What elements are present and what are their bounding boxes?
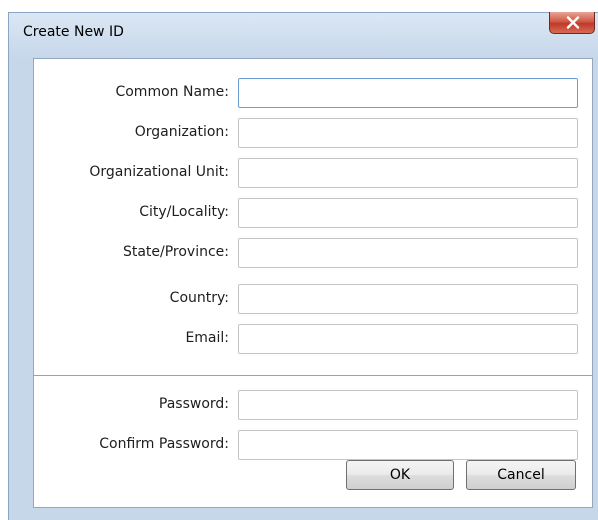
field-row-confirm-password: Confirm Password:	[34, 430, 592, 460]
dialog-title: Create New ID	[23, 24, 124, 40]
confirm-password-label: Confirm Password:	[99, 436, 229, 452]
organization-label: Organization:	[134, 124, 229, 140]
field-row-email: Email:	[34, 324, 592, 354]
state-province-input[interactable]	[238, 238, 578, 268]
cancel-button[interactable]: Cancel	[466, 460, 576, 490]
field-row-organization: Organization:	[34, 118, 592, 148]
password-label: Password:	[158, 396, 229, 412]
field-row-state-province: State/Province:	[34, 238, 592, 268]
form-panel: Common Name: Organization: Organizationa…	[33, 58, 593, 508]
ok-button[interactable]: OK	[346, 460, 454, 490]
country-input[interactable]	[238, 284, 578, 314]
state-province-label: State/Province:	[122, 244, 229, 260]
email-label: Email:	[185, 330, 229, 346]
password-input[interactable]	[238, 390, 578, 420]
common-name-label: Common Name:	[115, 84, 229, 100]
organizational-unit-label: Organizational Unit:	[89, 164, 229, 180]
city-locality-input[interactable]	[238, 198, 578, 228]
confirm-password-input[interactable]	[238, 430, 578, 460]
field-row-password: Password:	[34, 390, 592, 420]
field-row-organizational-unit: Organizational Unit:	[34, 158, 592, 188]
close-button[interactable]	[549, 12, 595, 34]
close-x-icon	[566, 16, 580, 29]
field-row-common-name: Common Name:	[34, 78, 592, 108]
title-bar[interactable]: Create New ID	[9, 12, 598, 53]
create-new-id-dialog: Create New ID Common Name: Organization:…	[8, 12, 598, 520]
field-row-country: Country:	[34, 284, 592, 314]
country-label: Country:	[169, 290, 229, 306]
field-row-city-locality: City/Locality:	[34, 198, 592, 228]
organizational-unit-input[interactable]	[238, 158, 578, 188]
email-input[interactable]	[238, 324, 578, 354]
city-locality-label: City/Locality:	[139, 204, 229, 220]
form-separator	[34, 375, 592, 376]
common-name-input[interactable]	[238, 78, 578, 108]
organization-input[interactable]	[238, 118, 578, 148]
